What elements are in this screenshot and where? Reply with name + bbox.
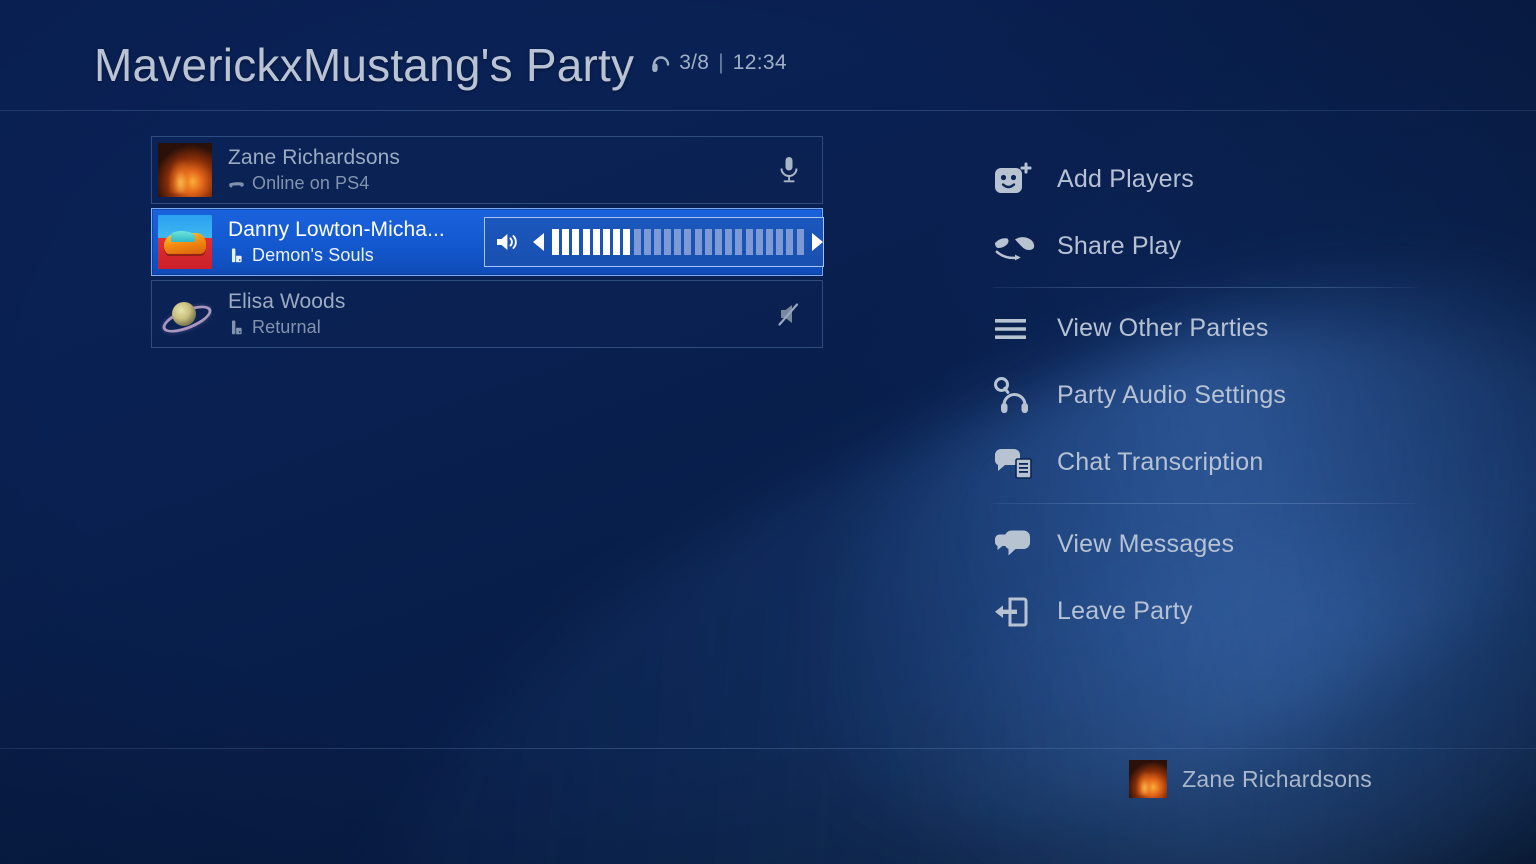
player-row[interactable]: Elisa Woods Returnal	[151, 280, 823, 348]
side-menu: Add Players Share Play View Other Partie…	[993, 146, 1423, 645]
chat-transcription-icon	[993, 443, 1037, 483]
volume-tick	[613, 229, 621, 255]
title-row: MaverickxMustang's Party 3/8 | 12:34	[94, 38, 787, 92]
volume-tick	[664, 229, 672, 255]
player-info: Elisa Woods Returnal	[228, 290, 345, 338]
volume-tick	[602, 229, 610, 255]
player-list: Zane Richardsons Online on PS4 Danny Low…	[151, 136, 824, 352]
player-status: Demon's Souls	[228, 245, 445, 266]
footer-divider	[0, 748, 1536, 749]
player-row-actions	[776, 155, 822, 185]
menu-item-view-other-parties[interactable]: View Other Parties	[993, 295, 1423, 362]
volume-tick	[623, 229, 631, 255]
menu-item-label: Add Players	[1057, 165, 1194, 193]
menu-item-label: View Other Parties	[1057, 314, 1269, 342]
player-status: Returnal	[228, 317, 345, 338]
volume-tick	[674, 229, 682, 255]
volume-tick	[796, 229, 804, 255]
volume-ticks[interactable]	[552, 229, 804, 255]
player-name: Danny Lowton-Micha...	[228, 218, 445, 241]
header: MaverickxMustang's Party 3/8 | 12:34	[0, 0, 1536, 111]
player-info: Danny Lowton-Micha... Demon's Souls	[228, 218, 445, 266]
avatar	[158, 143, 212, 197]
volume-tick	[592, 229, 600, 255]
right-arrow-icon[interactable]	[811, 233, 823, 251]
share-play-icon	[993, 227, 1037, 267]
volume-tick	[725, 229, 733, 255]
avatar	[158, 215, 212, 269]
meta-separator: |	[718, 51, 724, 74]
volume-tick	[552, 229, 559, 255]
menu-item-label: Party Audio Settings	[1057, 381, 1287, 409]
menu-item-share-play[interactable]: Share Play	[993, 213, 1423, 280]
volume-tick	[704, 229, 712, 255]
volume-tick	[653, 229, 661, 255]
menu-divider	[993, 503, 1417, 504]
menu-item-add-players[interactable]: Add Players	[993, 146, 1423, 213]
leave-party-icon	[993, 592, 1037, 632]
player-status-text: Returnal	[252, 317, 321, 337]
menu-item-label: View Messages	[1057, 530, 1235, 558]
menu-divider	[993, 287, 1417, 288]
menu-item-view-messages[interactable]: View Messages	[993, 511, 1423, 578]
volume-tick	[633, 229, 641, 255]
avatar	[158, 287, 212, 341]
volume-tick	[745, 229, 753, 255]
speaker-icon	[495, 230, 525, 254]
menu-item-leave-party[interactable]: Leave Party	[993, 578, 1423, 645]
player-status-text: Online on PS4	[252, 173, 370, 193]
volume-tick	[572, 229, 580, 255]
volume-tick	[735, 229, 743, 255]
header-divider	[0, 110, 1536, 111]
menu-item-label: Chat Transcription	[1057, 448, 1264, 476]
footer-user[interactable]: Zane Richardsons	[1129, 760, 1372, 798]
player-row[interactable]: Danny Lowton-Micha... Demon's Souls	[151, 208, 824, 276]
headset-icon	[650, 51, 672, 75]
party-meta: 3/8 | 12:34	[650, 51, 787, 75]
player-name: Zane Richardsons	[228, 146, 401, 169]
player-status: Online on PS4	[228, 173, 400, 194]
player-row-actions	[776, 299, 822, 329]
member-count: 3/8	[679, 51, 710, 74]
player-info: Zane Richardsons Online on PS4	[228, 146, 400, 194]
volume-tick	[562, 229, 570, 255]
party-screen: MaverickxMustang's Party 3/8 | 12:34 Zan…	[0, 0, 1536, 864]
menu-item-label: Leave Party	[1057, 597, 1193, 625]
volume-tick	[684, 229, 692, 255]
party-duration: 12:34	[732, 51, 787, 74]
messages-icon	[993, 525, 1037, 565]
volume-tick	[694, 229, 702, 255]
volume-slider[interactable]	[484, 217, 824, 267]
left-arrow-icon[interactable]	[533, 233, 544, 251]
menu-item-party-audio-settings[interactable]: Party Audio Settings	[993, 362, 1423, 429]
volume-tick	[715, 229, 722, 255]
ps4-console-icon	[228, 175, 245, 192]
microphone-icon[interactable]	[776, 155, 802, 185]
volume-tick	[643, 229, 651, 255]
page-title: MaverickxMustang's Party	[94, 39, 635, 91]
player-row[interactable]: Zane Richardsons Online on PS4	[151, 136, 823, 204]
ps5-console-icon	[228, 247, 245, 264]
player-name: Elisa Woods	[228, 290, 346, 313]
volume-tick	[786, 229, 794, 255]
player-status-text: Demon's Souls	[252, 245, 374, 265]
ps5-console-icon	[228, 319, 245, 336]
volume-tick	[776, 229, 784, 255]
avatar	[1129, 760, 1168, 798]
muted-speaker-icon[interactable]	[776, 299, 802, 329]
volume-tick	[755, 229, 763, 255]
add-player-icon	[993, 160, 1037, 200]
list-icon	[993, 309, 1037, 349]
footer-user-name: Zane Richardsons	[1182, 765, 1372, 792]
menu-item-chat-transcription[interactable]: Chat Transcription	[993, 429, 1423, 496]
volume-tick	[765, 229, 773, 255]
menu-item-label: Share Play	[1057, 232, 1182, 260]
headset-settings-icon	[993, 376, 1037, 416]
volume-tick	[582, 229, 590, 255]
